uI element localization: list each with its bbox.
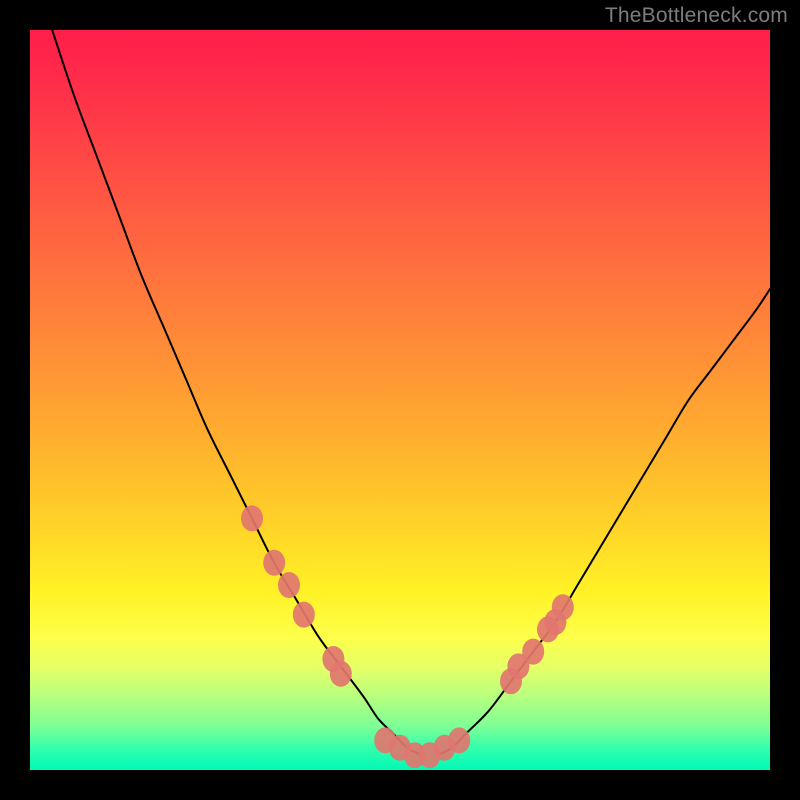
right-curve: [437, 289, 770, 755]
data-marker: [330, 661, 352, 687]
markers-group: [241, 505, 574, 768]
left-curve: [52, 30, 422, 755]
data-marker: [293, 602, 315, 628]
data-marker: [552, 594, 574, 620]
plot-area: [30, 30, 770, 770]
data-marker: [278, 572, 300, 598]
data-marker: [263, 550, 285, 576]
data-marker: [522, 639, 544, 665]
watermark-text: TheBottleneck.com: [605, 4, 788, 28]
data-marker: [448, 727, 470, 753]
chart-frame: TheBottleneck.com: [0, 0, 800, 800]
data-marker: [241, 505, 263, 531]
chart-svg: [30, 30, 770, 770]
